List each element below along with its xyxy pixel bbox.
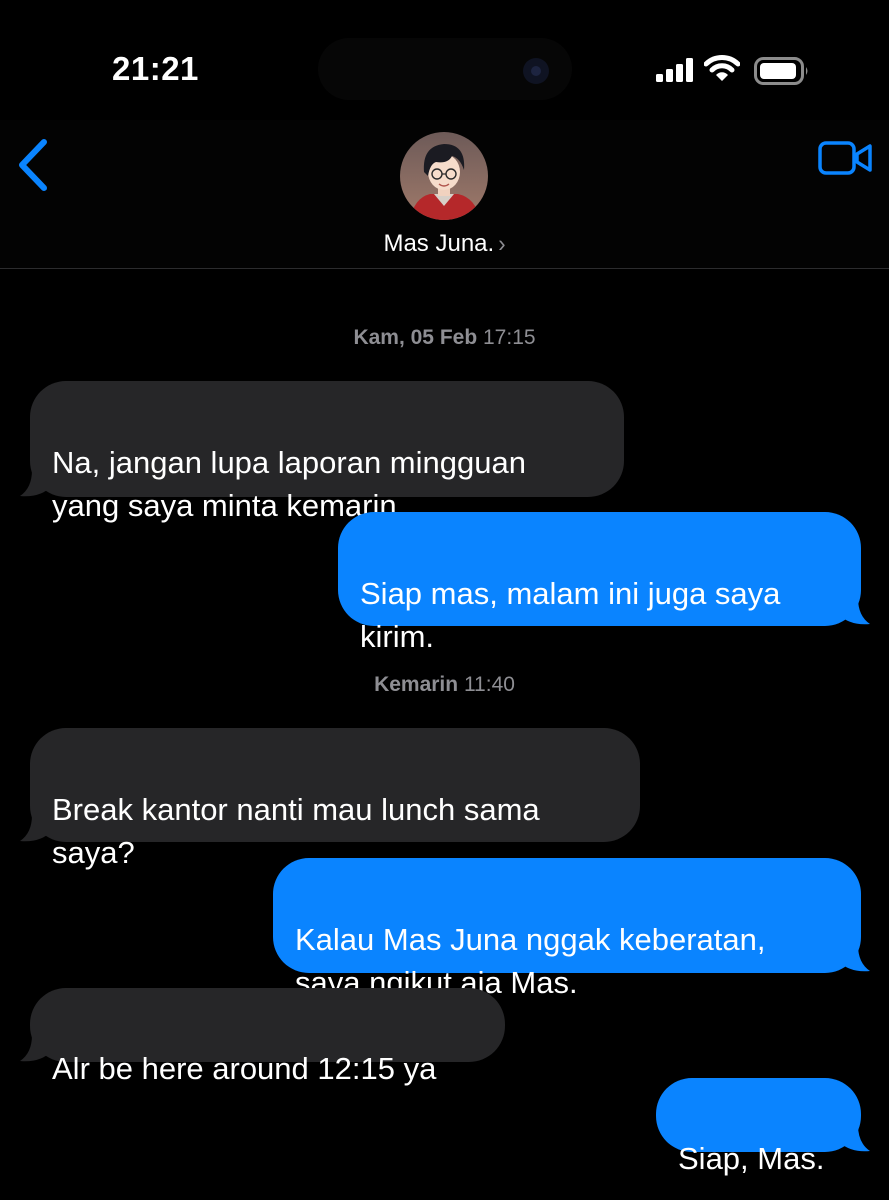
chevron-right-icon: › [498, 229, 506, 258]
timestamp-day: Kam, 05 Feb [353, 326, 478, 349]
timestamp-time: 17:15 [483, 326, 536, 349]
bubble-tail-outgoing [838, 598, 870, 625]
back-button[interactable] [14, 138, 54, 196]
video-call-button[interactable] [818, 140, 874, 176]
message-text: Siap, Mas. [678, 1141, 825, 1176]
message-bubble-incoming[interactable]: Break kantor nanti mau lunch sama saya? [30, 728, 640, 870]
timestamp-day: Kemarin [374, 673, 459, 696]
bubble-tail-incoming [20, 815, 52, 842]
message-bubble-outgoing[interactable]: Kalau Mas Juna nggak keberatan, saya ngi… [273, 858, 861, 1000]
conversation-header: Mas Juna. › [0, 120, 889, 269]
message-text: Siap mas, malam ini juga saya kirim. [360, 576, 781, 654]
timestamp-divider: Kemarin 11:40 [0, 673, 889, 697]
message-bubble-outgoing[interactable]: Siap mas, malam ini juga saya kirim. [338, 512, 861, 654]
status-time: 21:21 [112, 50, 199, 87]
avatar-image [400, 132, 488, 220]
video-camera-icon [818, 141, 872, 175]
wifi-icon [704, 55, 740, 81]
message-bubble-incoming[interactable]: Alr be here around 12:15 ya [30, 988, 505, 1086]
cellular-signal-icon [656, 58, 693, 82]
timestamp-divider: Kam, 05 Feb 17:15 [0, 326, 889, 350]
message-text: Alr be here around 12:15 ya [52, 1051, 437, 1086]
battery-icon [754, 57, 808, 85]
bubble-tail-incoming [20, 470, 52, 497]
front-camera [523, 58, 549, 84]
timestamp-time: 11:40 [463, 673, 515, 696]
bubble-tail-incoming [20, 1035, 52, 1062]
contact-name: Mas Juna. [383, 230, 495, 257]
message-bubble-outgoing[interactable]: Siap, Mas. [656, 1078, 861, 1176]
contact-name-button[interactable]: Mas Juna. › [0, 230, 889, 258]
bubble-tail-outgoing [838, 945, 870, 972]
contact-avatar[interactable] [400, 132, 488, 220]
bubble-tail-outgoing [838, 1125, 870, 1152]
status-bar: 21:21 [0, 0, 889, 120]
chevron-left-icon [19, 139, 47, 191]
message-bubble-incoming[interactable]: Na, jangan lupa laporan mingguan yang sa… [30, 381, 624, 523]
